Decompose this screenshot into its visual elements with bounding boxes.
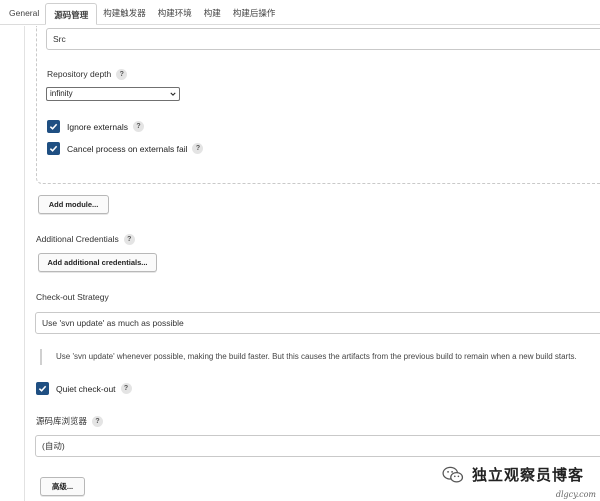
additional-credentials-label: Additional Credentials bbox=[36, 234, 119, 244]
quiet-checkout-row: Quiet check-out ? bbox=[36, 382, 132, 395]
checkout-strategy-select[interactable]: Use 'svn update' as much as possible bbox=[35, 312, 600, 334]
tab-build-triggers[interactable]: 构建触发器 bbox=[97, 2, 152, 24]
add-additional-credentials-button[interactable]: Add additional credentials... bbox=[38, 253, 157, 272]
checkmark-icon bbox=[49, 122, 58, 131]
cancel-on-externals-fail-label: Cancel process on externals fail bbox=[67, 144, 187, 154]
watermark-url: dlgcy.com bbox=[556, 490, 596, 499]
checkout-strategy-label: Check-out Strategy bbox=[36, 292, 109, 302]
help-icon[interactable]: ? bbox=[133, 121, 144, 132]
ignore-externals-row: Ignore externals ? bbox=[47, 120, 144, 133]
repository-depth-row: Repository depth? bbox=[47, 69, 127, 80]
repository-depth-value: infinity bbox=[50, 89, 73, 98]
repository-depth-label: Repository depth bbox=[47, 69, 111, 79]
checkmark-icon bbox=[38, 384, 47, 393]
config-tabs: General 源码管理 构建触发器 构建环境 构建 构建后操作 bbox=[0, 0, 600, 25]
repo-browser-row: 源码库浏览器? bbox=[36, 415, 103, 427]
help-icon[interactable]: ? bbox=[121, 383, 132, 394]
watermark-text: 独立观察员博客 bbox=[472, 464, 584, 485]
repo-browser-select[interactable]: (自动) bbox=[35, 435, 600, 457]
wechat-icon bbox=[442, 466, 464, 484]
watermark: 独立观察员博客 bbox=[442, 464, 584, 485]
quiet-checkout-label: Quiet check-out bbox=[56, 384, 116, 394]
tab-build-environment[interactable]: 构建环境 bbox=[152, 2, 198, 24]
ignore-externals-checkbox[interactable] bbox=[47, 120, 60, 133]
help-icon[interactable]: ? bbox=[92, 416, 103, 427]
tab-post-build-actions[interactable]: 构建后操作 bbox=[227, 2, 282, 24]
additional-credentials-row: Additional Credentials? bbox=[36, 234, 135, 245]
chevron-down-icon bbox=[170, 91, 176, 97]
help-icon[interactable]: ? bbox=[192, 143, 203, 154]
cancel-on-externals-fail-row: Cancel process on externals fail ? bbox=[47, 142, 203, 155]
help-icon[interactable]: ? bbox=[116, 69, 127, 80]
section-divider bbox=[24, 26, 25, 501]
checkout-strategy-description: Use 'svn update' whenever possible, maki… bbox=[40, 349, 577, 365]
checkmark-icon bbox=[49, 144, 58, 153]
tab-build[interactable]: 构建 bbox=[198, 2, 227, 24]
tab-source-code-management[interactable]: 源码管理 bbox=[45, 3, 97, 25]
quiet-checkout-checkbox[interactable] bbox=[36, 382, 49, 395]
local-module-directory-input[interactable]: Src bbox=[46, 28, 600, 50]
cancel-on-externals-fail-checkbox[interactable] bbox=[47, 142, 60, 155]
advanced-button[interactable]: 高级... bbox=[40, 477, 85, 496]
tab-general[interactable]: General bbox=[3, 2, 45, 24]
repo-browser-label: 源码库浏览器 bbox=[36, 416, 87, 426]
help-icon[interactable]: ? bbox=[124, 234, 135, 245]
add-module-button[interactable]: Add module... bbox=[38, 195, 109, 214]
repository-depth-select[interactable]: infinity bbox=[46, 87, 180, 101]
ignore-externals-label: Ignore externals bbox=[67, 122, 128, 132]
